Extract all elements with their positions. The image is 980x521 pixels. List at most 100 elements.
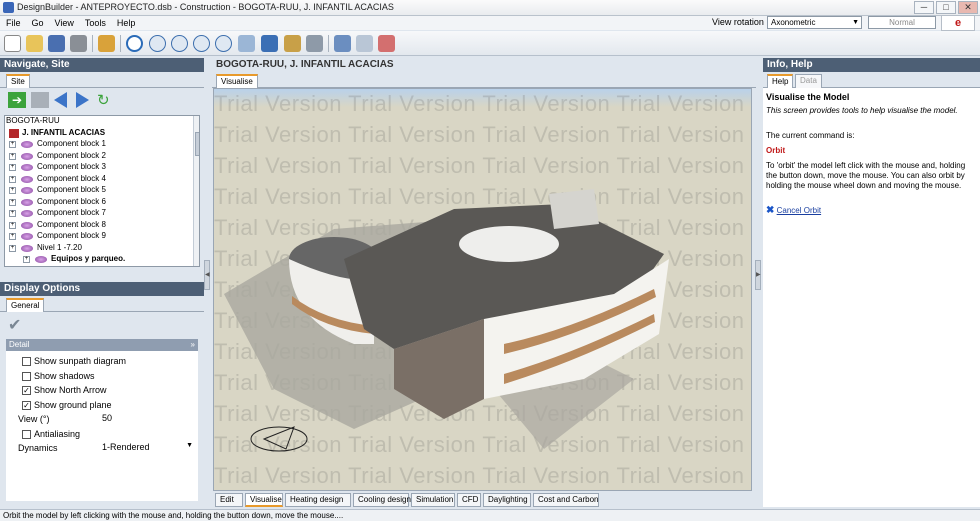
cancel-orbit-row[interactable]: ✖ Cancel Orbit [766,206,976,216]
display-options-panel: Display Options General ✔ Detail » Show s… [0,282,204,508]
sunpath-checkbox[interactable] [22,357,31,366]
walk-icon[interactable] [261,35,278,52]
antialiasing-checkbox[interactable] [22,430,31,439]
option-sunpath[interactable]: Show sunpath diagram [22,356,126,366]
screen-tab-simulation[interactable]: Simulation [411,493,455,507]
expand-icon[interactable]: + [9,244,16,252]
tree-root[interactable]: BOGOTA-RUU [5,116,199,128]
ground-plane-checkbox[interactable]: ✓ [22,401,31,410]
layers-icon[interactable] [334,35,351,52]
new-file-icon[interactable] [4,35,21,52]
tree-up-icon[interactable] [31,92,49,108]
expand-icon[interactable]: + [9,210,16,217]
wrench-icon[interactable] [98,35,115,52]
tree-item[interactable]: + Component block 1 [5,139,199,151]
tab-data[interactable]: Data [795,74,822,88]
option-shadows[interactable]: Show shadows [22,371,95,381]
toolbar [0,31,980,56]
screen-tab-cfd[interactable]: CFD [457,493,481,507]
expand-icon[interactable]: + [9,152,16,160]
tab-help[interactable]: Help [767,74,794,88]
pan-icon[interactable] [238,35,255,52]
center-tabstrip: Visualise [212,72,756,88]
refresh-icon[interactable]: ↻ [97,91,110,109]
close-button[interactable]: ✕ [958,1,978,14]
table-icon[interactable] [356,35,373,52]
zoom-extents-icon[interactable] [215,35,232,52]
option-sunpath-label: Show sunpath diagram [34,356,127,366]
tree-item[interactable]: + Component block 9 [5,231,199,243]
dynamics-select[interactable]: 1-Rendered ▼ [102,442,196,454]
minimize-button[interactable]: ─ [914,1,934,14]
tree-item[interactable]: + Nivel 1 -7.20 [5,243,199,255]
expand-icon[interactable]: + [23,256,30,263]
tree-item[interactable]: + Component block 4 [5,174,199,186]
zoom-icon[interactable] [149,35,166,52]
print-icon[interactable] [70,35,87,52]
maximize-button[interactable]: □ [936,1,956,14]
tree-item[interactable]: + Component block 5 [5,185,199,197]
option-antialiasing[interactable]: Antialiasing [22,429,80,439]
menu-help[interactable]: Help [111,16,141,28]
screenshot-icon[interactable] [306,35,323,52]
tree-item[interactable]: + Component block 2 [5,151,199,163]
right-collapse-handle[interactable]: ▶ [755,260,761,290]
tree-item[interactable]: + Component block 3 [5,162,199,174]
zoom-in-icon[interactable] [171,35,188,52]
tree-scroll-thumb[interactable] [195,132,199,156]
screen-tab-daylighting[interactable]: Daylighting [483,493,531,507]
copy-icon[interactable] [284,35,301,52]
tree-item-label: Component block 7 [37,208,106,217]
menu-view[interactable]: View [49,16,79,28]
option-ground-plane[interactable]: ✓ Show ground plane [22,400,112,410]
save-icon[interactable] [48,35,65,52]
designbuilder-logo-icon[interactable]: e [941,15,975,31]
tab-visualise[interactable]: Visualise [216,74,258,88]
tree-item[interactable]: + Equipos y parqueo. [5,254,199,266]
tab-general[interactable]: General [6,298,45,312]
cancel-orbit-link[interactable]: Cancel Orbit [777,206,821,215]
screen-tab-heating-design[interactable]: Heating design [285,493,351,507]
zoom-out-icon[interactable] [193,35,210,52]
screen-tab-visualise[interactable]: Visualise [245,493,283,507]
option-north-arrow[interactable]: ✓ Show North Arrow [22,385,107,395]
screen-tab-cost-and-carbon[interactable]: Cost and Carbon [533,493,599,507]
orbit-icon[interactable] [126,35,143,52]
back-icon[interactable] [54,92,67,108]
north-arrow-checkbox[interactable]: ✓ [22,386,31,395]
tree-item[interactable]: + Component block 6 [5,197,199,209]
menu-go[interactable]: Go [26,16,49,28]
menu-file[interactable]: File [0,16,26,28]
detail-section-header[interactable]: Detail » [6,339,198,351]
expand-icon[interactable]: + [9,187,16,194]
forward-icon[interactable] [76,92,89,108]
expand-icon[interactable]: + [9,221,16,229]
block-icon [21,187,33,194]
expand-icon[interactable]: + [9,175,16,183]
expand-icon[interactable]: + [9,233,16,240]
view-angle-input[interactable]: 50 [102,413,196,425]
view-rotation-select[interactable]: Axonometric ▼ [767,16,862,29]
report-icon[interactable] [378,35,395,52]
expand-icon[interactable]: + [9,198,16,206]
open-folder-icon[interactable] [26,35,43,52]
tree-item[interactable]: + Component block 8 [5,220,199,232]
apply-check-icon[interactable]: ✔ [8,315,21,335]
tree-scrollbar[interactable] [193,116,199,266]
tree-item[interactable]: + Component block 7 [5,208,199,220]
go-arrow-icon[interactable]: ➔ [8,92,26,108]
expand-icon[interactable]: + [9,164,16,171]
expand-icon[interactable]: + [9,141,16,148]
screen-tab-edit[interactable]: Edit [215,493,243,507]
screen-tab-cooling-design[interactable]: Cooling design [353,493,411,507]
tree-building[interactable]: J. INFANTIL ACACIAS [5,128,199,140]
tab-site[interactable]: Site [6,74,30,88]
menu-tools[interactable]: Tools [79,16,111,28]
option-north-arrow-label: Show North Arrow [34,385,107,395]
option-ground-plane-label: Show ground plane [34,400,112,410]
shadows-checkbox[interactable] [22,372,31,381]
cancel-x-icon[interactable]: ✖ [766,205,774,216]
left-collapse-handle[interactable]: ◀ [204,260,210,290]
3d-viewport[interactable]: Trial Version Trial Version Trial Versio… [213,88,752,491]
mode-field[interactable]: Normal [868,16,936,29]
